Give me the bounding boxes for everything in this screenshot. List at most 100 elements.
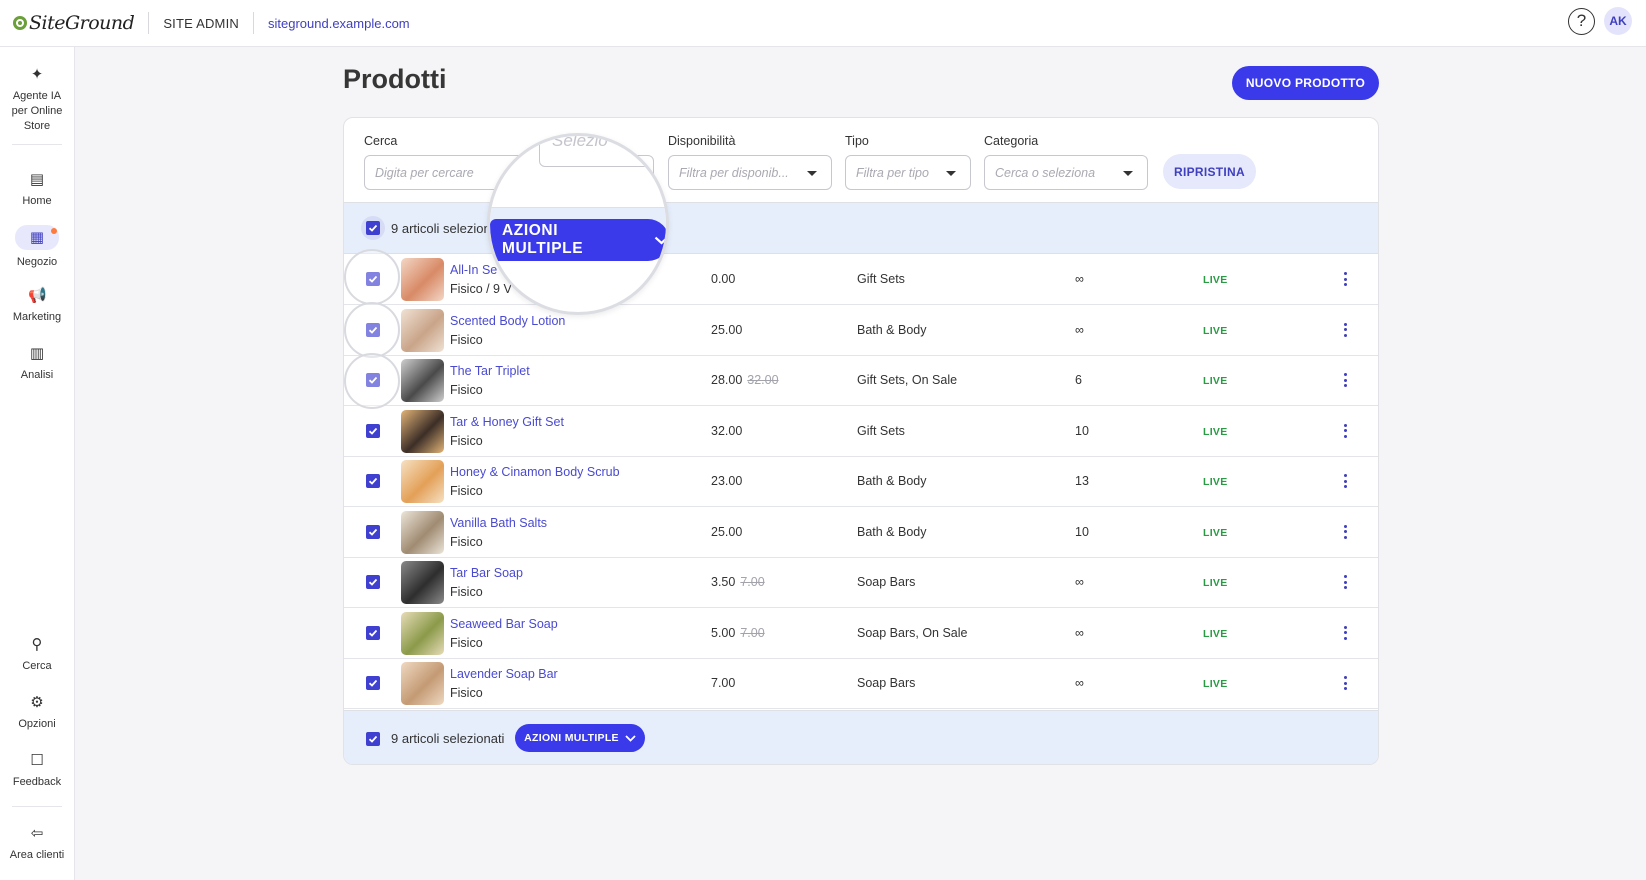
sidebar-item-label: Store xyxy=(23,120,51,132)
sidebar-item-label: Area clienti xyxy=(9,849,65,861)
table-row[interactable]: Tar Bar Soap Fisico 3.50 7.00 Soap Bars ∞… xyxy=(344,557,1378,608)
bulk-actions-label: AZIONI MULTIPLE xyxy=(502,222,584,257)
row-checkbox[interactable] xyxy=(366,474,380,488)
sidebar-item-marketing[interactable]: 📢 Marketing xyxy=(0,287,74,325)
more-actions-icon[interactable] xyxy=(1343,423,1347,438)
sidebar-item-label: Opzioni xyxy=(18,718,56,730)
type-select[interactable]: Filtra per tipo xyxy=(845,155,971,190)
product-stock: ∞ xyxy=(1075,676,1084,690)
product-stock: 10 xyxy=(1075,524,1089,539)
table-row[interactable]: Scented Body Lotion Fisico 25.00 Bath & … xyxy=(344,305,1378,356)
product-name-link[interactable]: Lavender Soap Bar xyxy=(450,667,558,681)
reset-button[interactable]: RIPRISTINA xyxy=(1163,154,1256,189)
product-name-link[interactable]: Honey & Cinamon Body Scrub xyxy=(450,465,620,479)
sidebar-item-client-area[interactable]: ⇦ Area clienti xyxy=(0,825,74,863)
sidebar-item-home[interactable]: ▤ Home xyxy=(0,171,74,209)
divider xyxy=(148,12,150,34)
select-all-checkbox[interactable] xyxy=(366,221,380,235)
chevron-down-icon xyxy=(654,236,666,244)
siteground-logo[interactable]: SiteGround xyxy=(13,12,135,34)
category-filter: Categoria Cerca o seleziona xyxy=(984,134,1148,190)
table-row[interactable]: Tar & Honey Gift Set Fisico 32.00 Gift S… xyxy=(344,406,1378,457)
product-thumbnail[interactable] xyxy=(401,258,444,301)
more-actions-icon[interactable] xyxy=(1343,474,1347,488)
bulk-actions-button-zoomed[interactable]: AZIONI MULTIPLE xyxy=(490,219,666,261)
divider xyxy=(253,12,254,34)
current-price: 0.00 xyxy=(711,272,736,286)
product-stock: ∞ xyxy=(1075,625,1084,640)
current-price: 7.00 xyxy=(711,676,736,690)
product-thumbnail[interactable] xyxy=(401,510,444,554)
product-name-link[interactable]: Tar & Honey Gift Set xyxy=(450,415,564,429)
sidebar-item-store[interactable]: ▦ Negozio xyxy=(0,225,74,270)
product-type: Fisico xyxy=(450,635,483,650)
product-thumbnail[interactable] xyxy=(401,359,444,402)
table-row[interactable]: Seaweed Bar Soap Fisico 5.00 7.00 Soap Ba… xyxy=(344,608,1378,659)
selected-count-text: 9 articoli selezion xyxy=(391,221,491,236)
product-thumbnail[interactable] xyxy=(401,409,444,453)
product-category: Gift Sets xyxy=(857,272,905,286)
sidebar-item-options[interactable]: ⚙ Opzioni xyxy=(0,694,74,732)
product-price: 5.00 7.00 xyxy=(711,626,765,640)
sidebar-item-search[interactable]: ⚲ Cerca xyxy=(0,636,74,674)
product-thumbnail[interactable] xyxy=(401,308,444,352)
highlight-circle xyxy=(344,353,400,409)
row-checkbox[interactable] xyxy=(366,423,380,438)
sidebar-item-label: Cerca xyxy=(22,660,52,672)
type-label: Tipo xyxy=(845,134,869,148)
sidebar-item-feedback[interactable]: ☐ Feedback xyxy=(0,752,74,790)
table-row[interactable]: The Tar Triplet Fisico 28.00 32.00 Gift S… xyxy=(344,355,1378,406)
availability-select[interactable]: Filtra per disponib... xyxy=(668,155,832,190)
row-checkbox[interactable] xyxy=(366,575,380,589)
product-type: Fisico / 9 V xyxy=(450,282,512,296)
product-thumbnail[interactable] xyxy=(401,611,444,655)
more-actions-icon[interactable] xyxy=(1343,272,1347,286)
help-icon[interactable]: ? xyxy=(1568,7,1595,35)
more-actions-icon[interactable] xyxy=(1343,524,1347,539)
select-input-zoomed[interactable]: Selezio xyxy=(539,136,659,167)
bulk-actions-button[interactable]: AZIONI MULTIPLE xyxy=(515,724,645,752)
sidebar-divider xyxy=(12,144,62,145)
sidebar-item-label: Negozio xyxy=(16,256,58,268)
sidebar-item-analytics[interactable]: ▥ Analisi xyxy=(0,345,74,383)
category-select[interactable]: Cerca o seleziona xyxy=(984,155,1148,190)
product-name-link[interactable]: All-In Se xyxy=(450,263,497,277)
product-name-link[interactable]: Seaweed Bar Soap xyxy=(450,617,558,631)
select-all-checkbox-bottom[interactable] xyxy=(366,732,380,746)
site-admin-label: SITE ADMIN xyxy=(163,15,239,31)
more-actions-icon[interactable] xyxy=(1343,373,1347,387)
current-price: 28.00 xyxy=(711,373,743,387)
more-actions-icon[interactable] xyxy=(1343,575,1347,589)
product-category: Gift Sets, On Sale xyxy=(857,373,958,387)
status-badge: LIVE xyxy=(1203,627,1228,640)
page-title: Prodotti xyxy=(343,64,447,94)
product-type: Fisico xyxy=(450,686,483,700)
table-row[interactable]: Lavender Soap Bar Fisico 7.00 Soap Bars … xyxy=(344,658,1378,709)
product-thumbnail[interactable] xyxy=(401,460,444,503)
product-name-link[interactable]: The Tar Triplet xyxy=(450,364,530,378)
product-name-link[interactable]: Vanilla Bath Salts xyxy=(450,516,547,530)
table-row[interactable]: Vanilla Bath Salts Fisico 25.00 Bath & B… xyxy=(344,507,1378,558)
more-actions-icon[interactable] xyxy=(1343,625,1347,640)
more-actions-icon[interactable] xyxy=(1343,676,1347,690)
avatar[interactable]: AK xyxy=(1604,7,1632,35)
more-actions-icon[interactable] xyxy=(1343,322,1347,337)
product-price: 0.00 xyxy=(711,272,740,286)
product-category: Bath & Body xyxy=(857,524,927,539)
availability-placeholder: Filtra per disponib... xyxy=(679,165,789,180)
product-stock: ∞ xyxy=(1075,272,1084,286)
product-thumbnail[interactable] xyxy=(401,561,444,604)
product-category: Bath & Body xyxy=(857,322,927,337)
row-checkbox[interactable] xyxy=(366,524,380,539)
store-icon: ▦ xyxy=(15,225,59,250)
new-product-button[interactable]: NUOVO PRODOTTO xyxy=(1232,66,1379,100)
site-domain-link[interactable]: siteground.example.com xyxy=(268,16,410,31)
table-row[interactable]: Honey & Cinamon Body Scrub Fisico 23.00 … xyxy=(344,456,1378,507)
row-checkbox[interactable] xyxy=(366,625,380,640)
product-name-link[interactable]: Scented Body Lotion xyxy=(450,314,565,328)
sidebar-item-ai-agent[interactable]: ✦ Agente IA per Online Store xyxy=(0,66,74,134)
product-thumbnail[interactable] xyxy=(401,662,444,705)
product-name-link[interactable]: Tar Bar Soap xyxy=(450,566,523,580)
row-checkbox[interactable] xyxy=(366,676,380,690)
caret-down-icon xyxy=(946,171,956,176)
